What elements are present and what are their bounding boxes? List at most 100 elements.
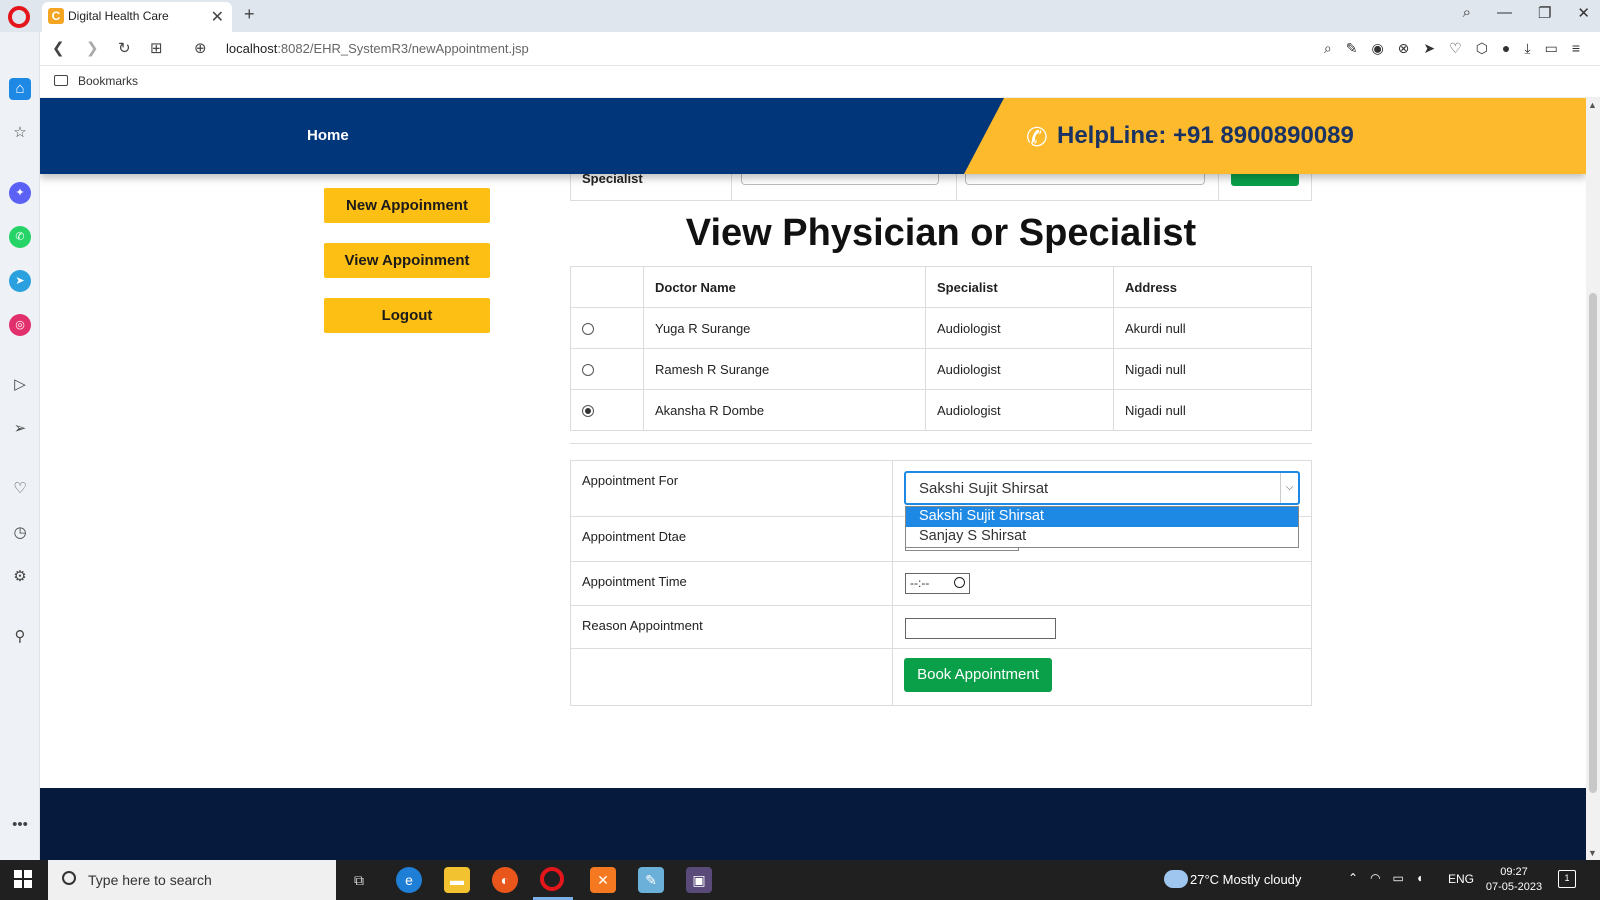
search-icon [62,871,76,885]
book-appointment-button[interactable]: Book Appointment [904,658,1052,692]
table-row: Ramesh R Surange Audiologist Nigadi null [570,348,1312,390]
forward-icon[interactable]: ❯ [86,39,99,57]
helpline-banner: ✆ HelpLine: +91 8900890089 [964,98,1586,174]
patient-option[interactable]: Sanjay S Shirsat [906,527,1298,547]
browser-tab-bar: C Digital Health Care ✕ + ⌕ — ❐ ✕ [0,0,1600,32]
reload-icon[interactable]: ↻ [118,39,131,57]
opera-logo-icon[interactable] [8,6,30,28]
doctor-name: Akansha R Dombe [643,389,926,431]
send-icon[interactable]: ➢ [9,418,31,440]
taskbar-clock[interactable]: 09:27 07-05-2023 [1482,865,1546,895]
opera-icon[interactable] [540,867,564,891]
home-link[interactable]: Home [307,127,349,144]
scroll-up-icon[interactable]: ▲ [1588,100,1597,110]
doctor-radio[interactable] [582,323,594,336]
scroll-thumb[interactable] [1589,293,1597,793]
send-icon[interactable]: ➤ [1423,40,1435,57]
block-icon[interactable]: ⊗ [1398,40,1410,57]
doctor-name: Yuga R Surange [643,307,926,349]
column-header-address: Address [1113,266,1312,308]
windows-start-icon[interactable] [14,870,32,888]
doctor-name: Ramesh R Surange [643,348,926,390]
edit-icon[interactable]: ✎ [1346,40,1358,57]
new-tab-icon[interactable]: + [244,4,255,25]
profile-icon[interactable]: ● [1502,40,1510,57]
appointment-reason-label: Reason Appointment [570,605,893,649]
doctor-radio[interactable] [582,405,594,418]
task-view-icon[interactable]: ⧉ [346,867,372,893]
appointment-for-select[interactable]: Sakshi Sujit Shirsat ⌵ [904,471,1300,505]
scroll-down-icon[interactable]: ▼ [1588,848,1597,858]
tab-close-icon[interactable]: ✕ [211,7,224,27]
clock-date: 07-05-2023 [1485,881,1543,893]
weather-text[interactable]: 27°C Mostly cloudy [1190,872,1301,887]
appointment-time-input[interactable]: --:-- [905,573,970,594]
xampp-icon[interactable]: ✕ [590,867,616,893]
page-title: View Physician or Specialist [685,212,1197,254]
wifi-icon[interactable]: ◠ [1370,871,1380,885]
lens-icon[interactable]: ⌕ [1324,40,1332,57]
volume-icon[interactable]: ◖ [1416,871,1423,885]
page-scrollbar[interactable]: ▲ ▼ [1586,98,1600,860]
site-info-icon[interactable]: ⊕ [194,39,207,57]
back-icon[interactable]: ❮ [52,39,65,57]
taskbar-search[interactable]: Type here to search [48,860,336,900]
heart-icon[interactable]: ♡ [9,478,31,500]
reason-input[interactable] [905,618,1056,639]
window-close-icon[interactable]: ✕ [1577,4,1590,22]
logout-button[interactable]: Logout [324,298,490,333]
helpline-text: HelpLine: +91 8900890089 [1057,122,1354,149]
file-explorer-icon[interactable]: ▬ [444,867,470,893]
patient-dropdown: Sakshi Sujit Shirsat Sanjay S Shirsat [905,506,1299,548]
menu-icon[interactable]: ≡ [1572,40,1580,57]
url-field[interactable]: localhost:8082/EHR_SystemR3/newAppointme… [226,41,529,56]
doctor-specialist: Audiologist [925,307,1114,349]
browser-tab[interactable]: C Digital Health Care ✕ [42,2,232,32]
folder-icon [54,75,68,86]
battery-icon[interactable]: ▭ [1393,871,1404,885]
doctor-address: Akurdi null [1113,307,1312,349]
telegram-icon[interactable]: ➤ [9,270,31,292]
doctor-table: Doctor Name Specialist Address Yuga R Su… [570,266,1312,431]
patient-option[interactable]: Sakshi Sujit Shirsat [906,507,1298,527]
player-icon[interactable]: ▷ [9,374,31,396]
camera-icon[interactable]: ◉ [1371,40,1383,57]
box-icon[interactable]: ⬡ [1476,40,1488,57]
app-icon[interactable]: ▣ [686,867,712,893]
view-appointment-button[interactable]: View Appoinment [324,243,490,278]
bookmarks-label[interactable]: Bookmarks [78,74,138,88]
site-footer [40,788,1586,860]
chevron-down-icon[interactable]: ⌵ [1280,473,1298,503]
notification-icon[interactable]: 1 [1558,870,1576,888]
minimize-icon[interactable]: — [1497,4,1512,22]
messenger-icon[interactable]: ✦ [9,182,31,204]
firefox-icon[interactable]: ◐ [492,867,518,893]
language-indicator[interactable]: ENG [1448,872,1474,886]
doctor-radio[interactable] [582,364,594,377]
time-value: --:-- [910,576,930,590]
heart-icon[interactable]: ♡ [1449,40,1462,57]
history-icon[interactable]: ◷ [9,522,31,544]
restore-icon[interactable]: ❐ [1538,4,1551,22]
chevron-up-icon[interactable]: ⌃ [1348,871,1358,885]
windows-taskbar: Type here to search ⧉ e ▬ ◐ ✕ ✎ ▣ 27°C M… [0,860,1600,900]
notepad-icon[interactable]: ✎ [638,867,664,893]
settings-icon[interactable]: ⚙ [9,566,31,588]
whatsapp-icon[interactable]: ✆ [9,226,31,248]
instagram-icon[interactable]: ◎ [9,314,31,336]
selected-patient: Sakshi Sujit Shirsat [919,480,1049,497]
tabs-grid-icon[interactable]: ⊞ [150,39,163,57]
battery-icon[interactable]: ▭ [1545,40,1558,57]
url-host: localhost [226,41,278,56]
home-icon[interactable]: ⌂ [9,78,31,100]
browser-search-icon[interactable]: ⌕ [1463,4,1471,22]
doctor-address: Nigadi null [1113,348,1312,390]
clock-icon[interactable] [954,577,965,588]
new-appointment-button[interactable]: New Appoinment [324,188,490,223]
more-icon[interactable]: ••• [9,814,31,836]
star-icon[interactable]: ☆ [9,122,31,144]
page-viewport: Home ✆ HelpLine: +91 8900890089 Speciali… [40,98,1586,860]
lightbulb-icon[interactable]: ⚲ [9,626,31,648]
download-icon[interactable]: ⤓ [1524,40,1530,57]
edge-icon[interactable]: e [396,867,422,893]
